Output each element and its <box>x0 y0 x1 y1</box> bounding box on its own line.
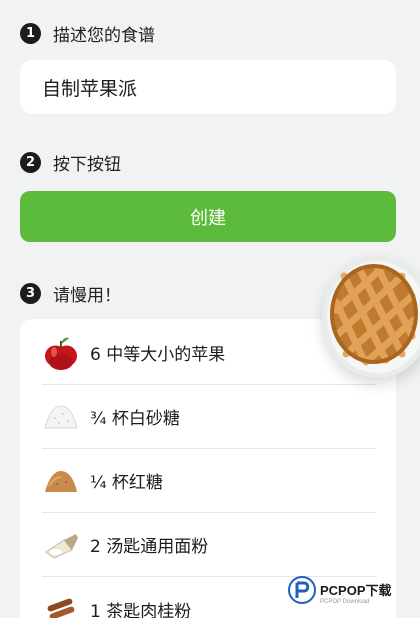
pcpop-logo-icon <box>288 576 316 608</box>
ingredient-list: 6 中等大小的苹果 ¾ 杯白砂糖 ¼ 杯红糖 2 汤匙通用面粉 1 茶匙肉桂粉 <box>20 319 396 618</box>
watermark-logo: PCPOP下载 PCPOP Download <box>288 576 392 608</box>
ingredient-text: ¾ 杯白砂糖 <box>90 409 180 429</box>
step-number-3: 3 <box>20 283 41 304</box>
watermark-subtext: PCPOP Download <box>320 598 370 605</box>
brown-sugar-icon <box>42 462 80 500</box>
step-2-title: 按下按钮 <box>53 155 121 175</box>
ingredient-row: ¾ 杯白砂糖 <box>42 385 376 449</box>
ingredient-text: 6 中等大小的苹果 <box>90 345 226 365</box>
create-button[interactable]: 创建 <box>20 191 396 242</box>
ingredient-text: 1 茶匙肉桂粉 <box>90 601 192 618</box>
step-3-header: 3 请慢用！ <box>20 281 121 306</box>
recipe-description-input[interactable]: 自制苹果派 <box>20 60 396 114</box>
step-1-title: 描述您的食谱 <box>53 26 155 46</box>
ingredient-text: ¼ 杯红糖 <box>90 473 163 493</box>
step-2-header: 2 按下按钮 <box>20 150 121 175</box>
step-number-2: 2 <box>20 152 41 173</box>
step-1-header: 1 描述您的食谱 <box>20 21 155 46</box>
ingredient-row: ¼ 杯红糖 <box>42 449 376 513</box>
ingredient-text: 2 汤匙通用面粉 <box>90 537 209 557</box>
step-3-title: 请慢用！ <box>53 286 121 306</box>
step-number-1: 1 <box>20 23 41 44</box>
watermark-text: PCPOP下载 <box>320 582 392 598</box>
flour-icon <box>42 526 80 564</box>
recipe-input-value: 自制苹果派 <box>42 77 138 100</box>
white-sugar-icon <box>42 398 80 436</box>
apple-icon <box>42 334 80 372</box>
ingredient-row: 2 汤匙通用面粉 <box>42 513 376 577</box>
cinnamon-icon <box>42 590 80 618</box>
